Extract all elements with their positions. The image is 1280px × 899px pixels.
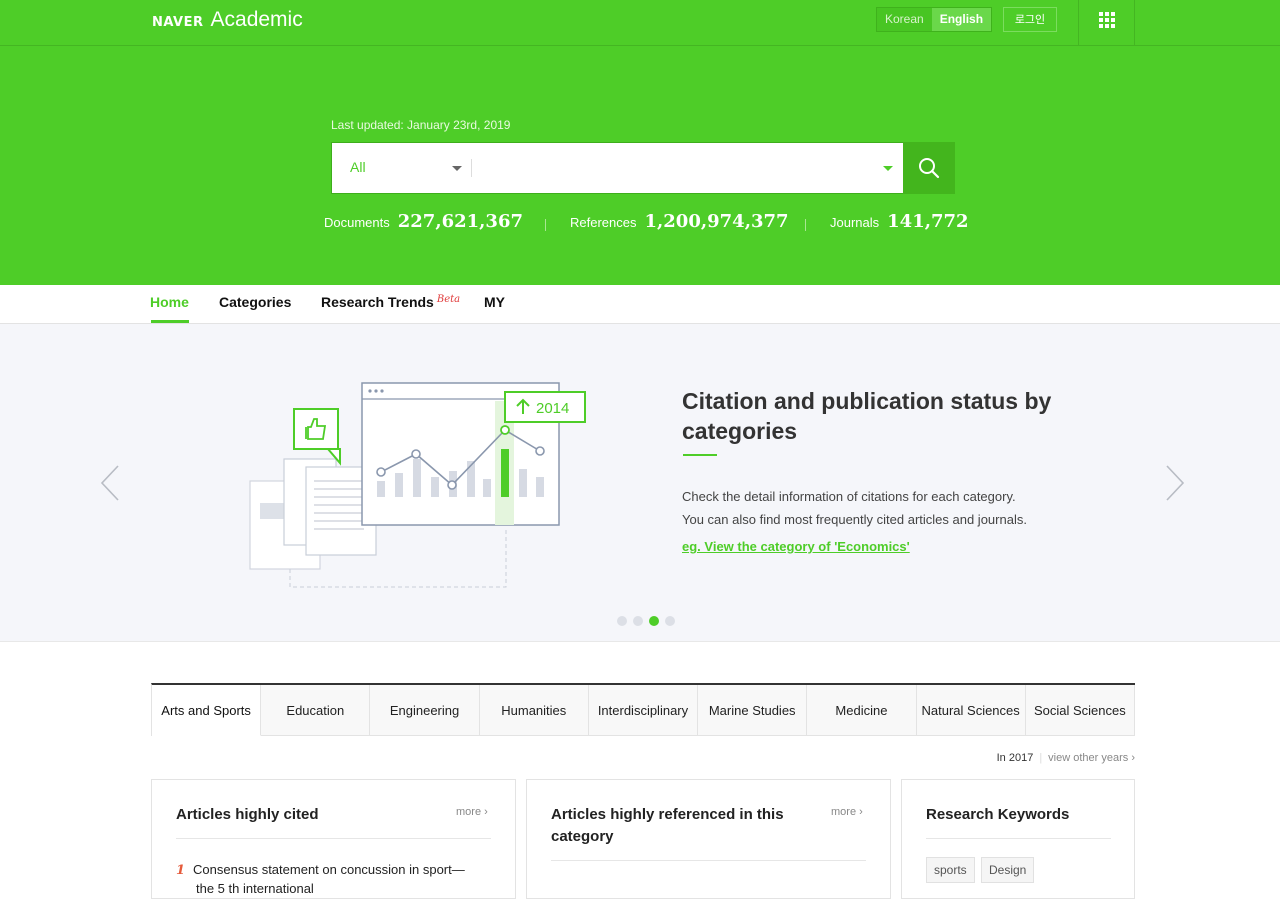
category-tab-social-sciences[interactable]: Social Sciences (1025, 685, 1135, 736)
naver-academic-logo[interactable]: NAVER Academic (152, 8, 303, 32)
tab-research-trends-label: Research Trends (321, 294, 434, 310)
last-updated-text: Last updated: January 23rd, 2019 (331, 118, 511, 132)
hero-banner: NAVER Academic Korean English 로그인 Last u… (0, 0, 1280, 285)
category-tab-medicine[interactable]: Medicine (807, 685, 917, 736)
year-selector: In 2017 | view other years › (996, 752, 1135, 764)
stat-journals: Journals 141,772 (830, 211, 969, 232)
top-bar: NAVER Academic Korean English 로그인 (0, 0, 1280, 46)
panel-title: Research Keywords (926, 806, 1070, 823)
category-tab-engineering[interactable]: Engineering (370, 685, 480, 736)
title-accent-line (683, 454, 717, 456)
stat-divider (805, 219, 806, 231)
chevron-down-icon (452, 166, 462, 171)
tab-research-trends[interactable]: Research Trends Beta (321, 294, 460, 310)
panel-divider (926, 838, 1111, 839)
category-tab-interdisciplinary[interactable]: Interdisciplinary (588, 685, 699, 736)
chevron-right-icon: › (1128, 752, 1135, 764)
main-nav: Home Categories Research Trends Beta MY (0, 285, 1280, 324)
logo-naver-text: NAVER (152, 15, 204, 30)
panel-title: Articles highly referenced in this categ… (551, 806, 784, 845)
category-tab-education[interactable]: Education (261, 685, 371, 736)
stats-row: Documents 227,621,367 References 1,200,9… (0, 211, 1280, 239)
stat-value: 227,621,367 (397, 211, 524, 232)
citation-chart-illustration: 2014 (249, 382, 586, 588)
item-title: Consensus statement on concussion in spo… (193, 862, 465, 877)
stat-label: Journals (830, 215, 880, 230)
search-bar: All (331, 142, 955, 194)
apps-menu-button[interactable] (1078, 0, 1135, 46)
carousel-dot[interactable] (633, 616, 643, 626)
category-tab-humanities[interactable]: Humanities (479, 685, 589, 736)
category-tabs: Arts and Sports Education Engineering Hu… (151, 683, 1135, 736)
stat-label: Documents (324, 215, 390, 230)
search-icon (919, 158, 940, 179)
slide-desc-line-2: You can also find most frequently cited … (682, 512, 1027, 527)
language-switch: Korean English (876, 7, 993, 32)
search-divider (471, 159, 472, 177)
search-scope-value: All (350, 159, 366, 175)
tab-home[interactable]: Home (150, 294, 189, 310)
carousel-dot[interactable] (665, 616, 675, 626)
stat-label: References (570, 215, 637, 230)
chevron-right-icon[interactable] (1165, 464, 1185, 502)
item-rank: 1 (176, 863, 186, 878)
tab-categories[interactable]: Categories (219, 294, 291, 310)
keyword-tag[interactable]: sports (926, 857, 975, 883)
active-tab-underline (151, 320, 189, 323)
panel-divider (176, 838, 491, 839)
lang-english-button[interactable]: English (931, 8, 992, 31)
slide-description: Check the detail information of citation… (682, 485, 1102, 531)
more-link[interactable]: more › (456, 806, 488, 818)
carousel-dot[interactable] (617, 616, 627, 626)
item-title-cont: the 5 th international (196, 881, 314, 896)
keyword-tag[interactable]: Design (981, 857, 1035, 883)
chevron-left-icon[interactable] (100, 464, 120, 502)
search-button[interactable] (903, 142, 955, 194)
search-scope-select[interactable]: All (332, 143, 472, 193)
category-tab-natural-sciences[interactable]: Natural Sciences (916, 685, 1026, 736)
category-tab-arts-and-sports[interactable]: Arts and Sports (152, 685, 262, 736)
articles-highly-referenced-panel: Articles highly referenced in this categ… (526, 779, 891, 899)
current-year: In 2017 (996, 752, 1034, 764)
tab-my[interactable]: MY (484, 294, 505, 310)
view-other-years-link[interactable]: view other years (1048, 752, 1128, 764)
list-item[interactable]: 1 Consensus statement on concussion in sp… (176, 861, 465, 898)
economics-category-link[interactable]: eg. View the category of 'Economics' (682, 539, 910, 554)
stat-value: 141,772 (887, 211, 969, 232)
stat-references: References 1,200,974,377 (570, 211, 789, 232)
beta-badge: Beta (436, 294, 461, 305)
slide-desc-line-1: Check the detail information of citation… (682, 489, 1016, 504)
stat-divider (545, 219, 546, 231)
articles-highly-cited-panel: Articles highly cited more › 1 Consensus … (151, 779, 516, 899)
slide-title: Citation and publication status by categ… (682, 388, 1052, 444)
login-button[interactable]: 로그인 (1003, 7, 1057, 32)
logo-academic-text: Academic (210, 8, 303, 31)
autocomplete-toggle-icon[interactable] (883, 166, 893, 171)
badge-year-text: 2014 (536, 400, 569, 417)
grid-apps-icon (1099, 12, 1115, 28)
lang-korean-button[interactable]: Korean (877, 8, 932, 31)
more-link[interactable]: more › (831, 806, 863, 818)
carousel-pagination (617, 616, 675, 626)
search-input[interactable] (478, 153, 878, 183)
panel-title: Articles highly cited (176, 806, 319, 823)
stat-value: 1,200,974,377 (644, 211, 789, 232)
category-tab-marine-studies[interactable]: Marine Studies (698, 685, 808, 736)
feature-carousel: 2014 Citation and publication status by … (0, 324, 1280, 642)
carousel-dot-active[interactable] (649, 616, 659, 626)
panel-divider (551, 860, 866, 861)
stat-documents: Documents 227,621,367 (324, 211, 523, 232)
